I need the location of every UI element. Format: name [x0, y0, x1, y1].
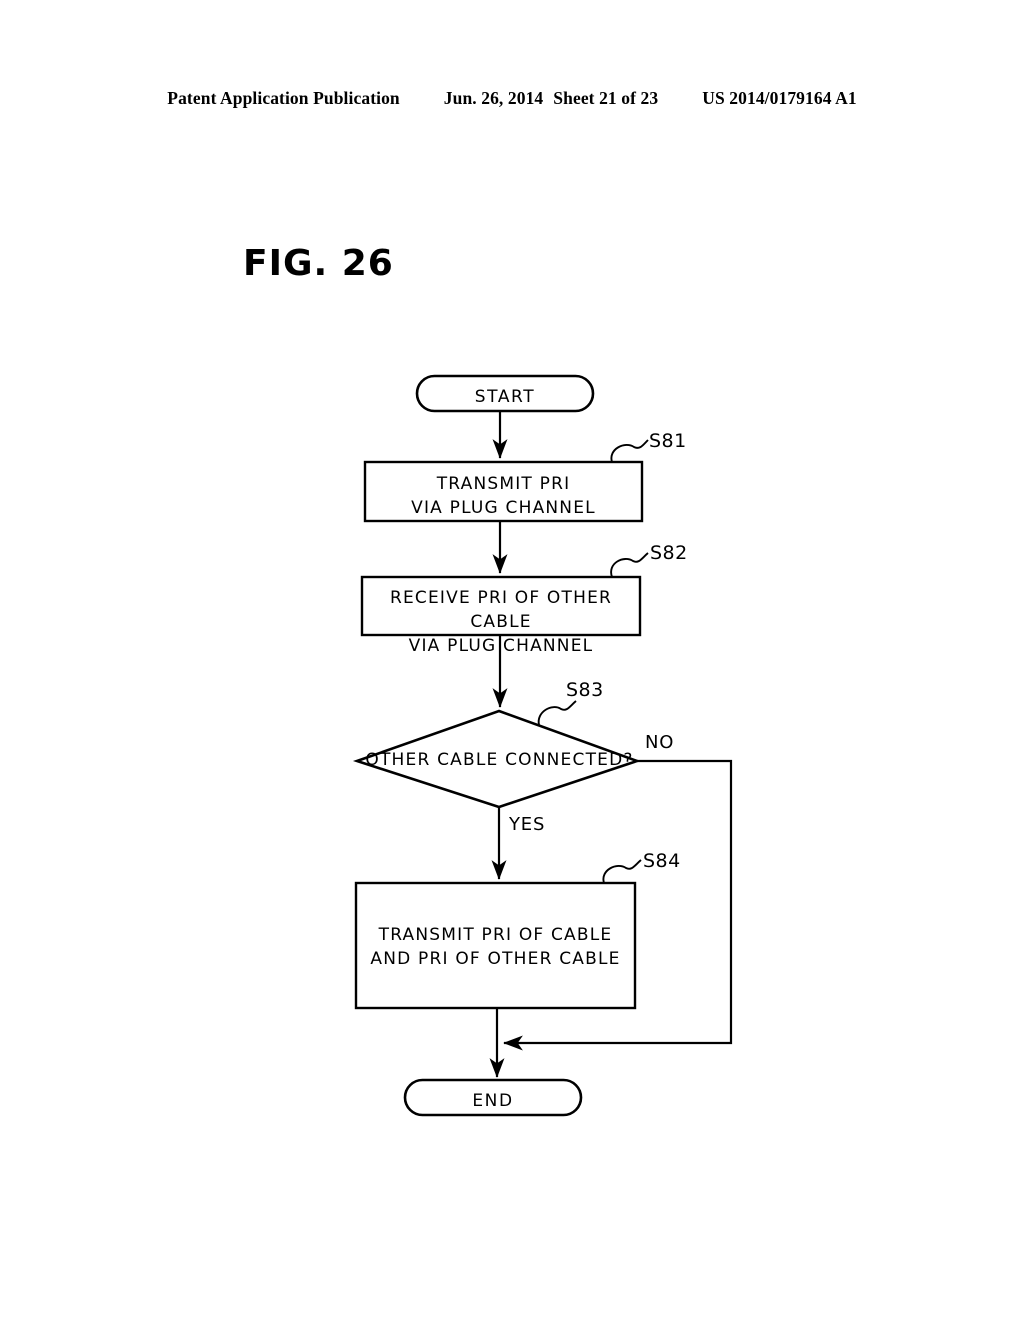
- branch-label-yes: YES: [509, 814, 546, 835]
- step-tag-s82: S82: [650, 542, 688, 564]
- step-tag-s84: S84: [643, 850, 681, 872]
- node-s81-shape: [363, 460, 644, 523]
- node-end-shape: [403, 1078, 583, 1117]
- node-start-shape: [415, 374, 595, 413]
- leader-s84: [602, 859, 642, 884]
- node-s82-shape: [360, 575, 642, 637]
- node-s84-shape: [354, 881, 637, 1010]
- leader-s82: [610, 552, 649, 578]
- step-tag-s83: S83: [566, 679, 604, 701]
- leader-s83: [537, 700, 577, 726]
- branch-label-no: NO: [645, 732, 675, 753]
- node-s83-shape: [352, 709, 641, 809]
- leader-s81: [610, 439, 649, 463]
- step-tag-s81: S81: [649, 430, 687, 452]
- flowchart-diagram: [352, 374, 733, 1117]
